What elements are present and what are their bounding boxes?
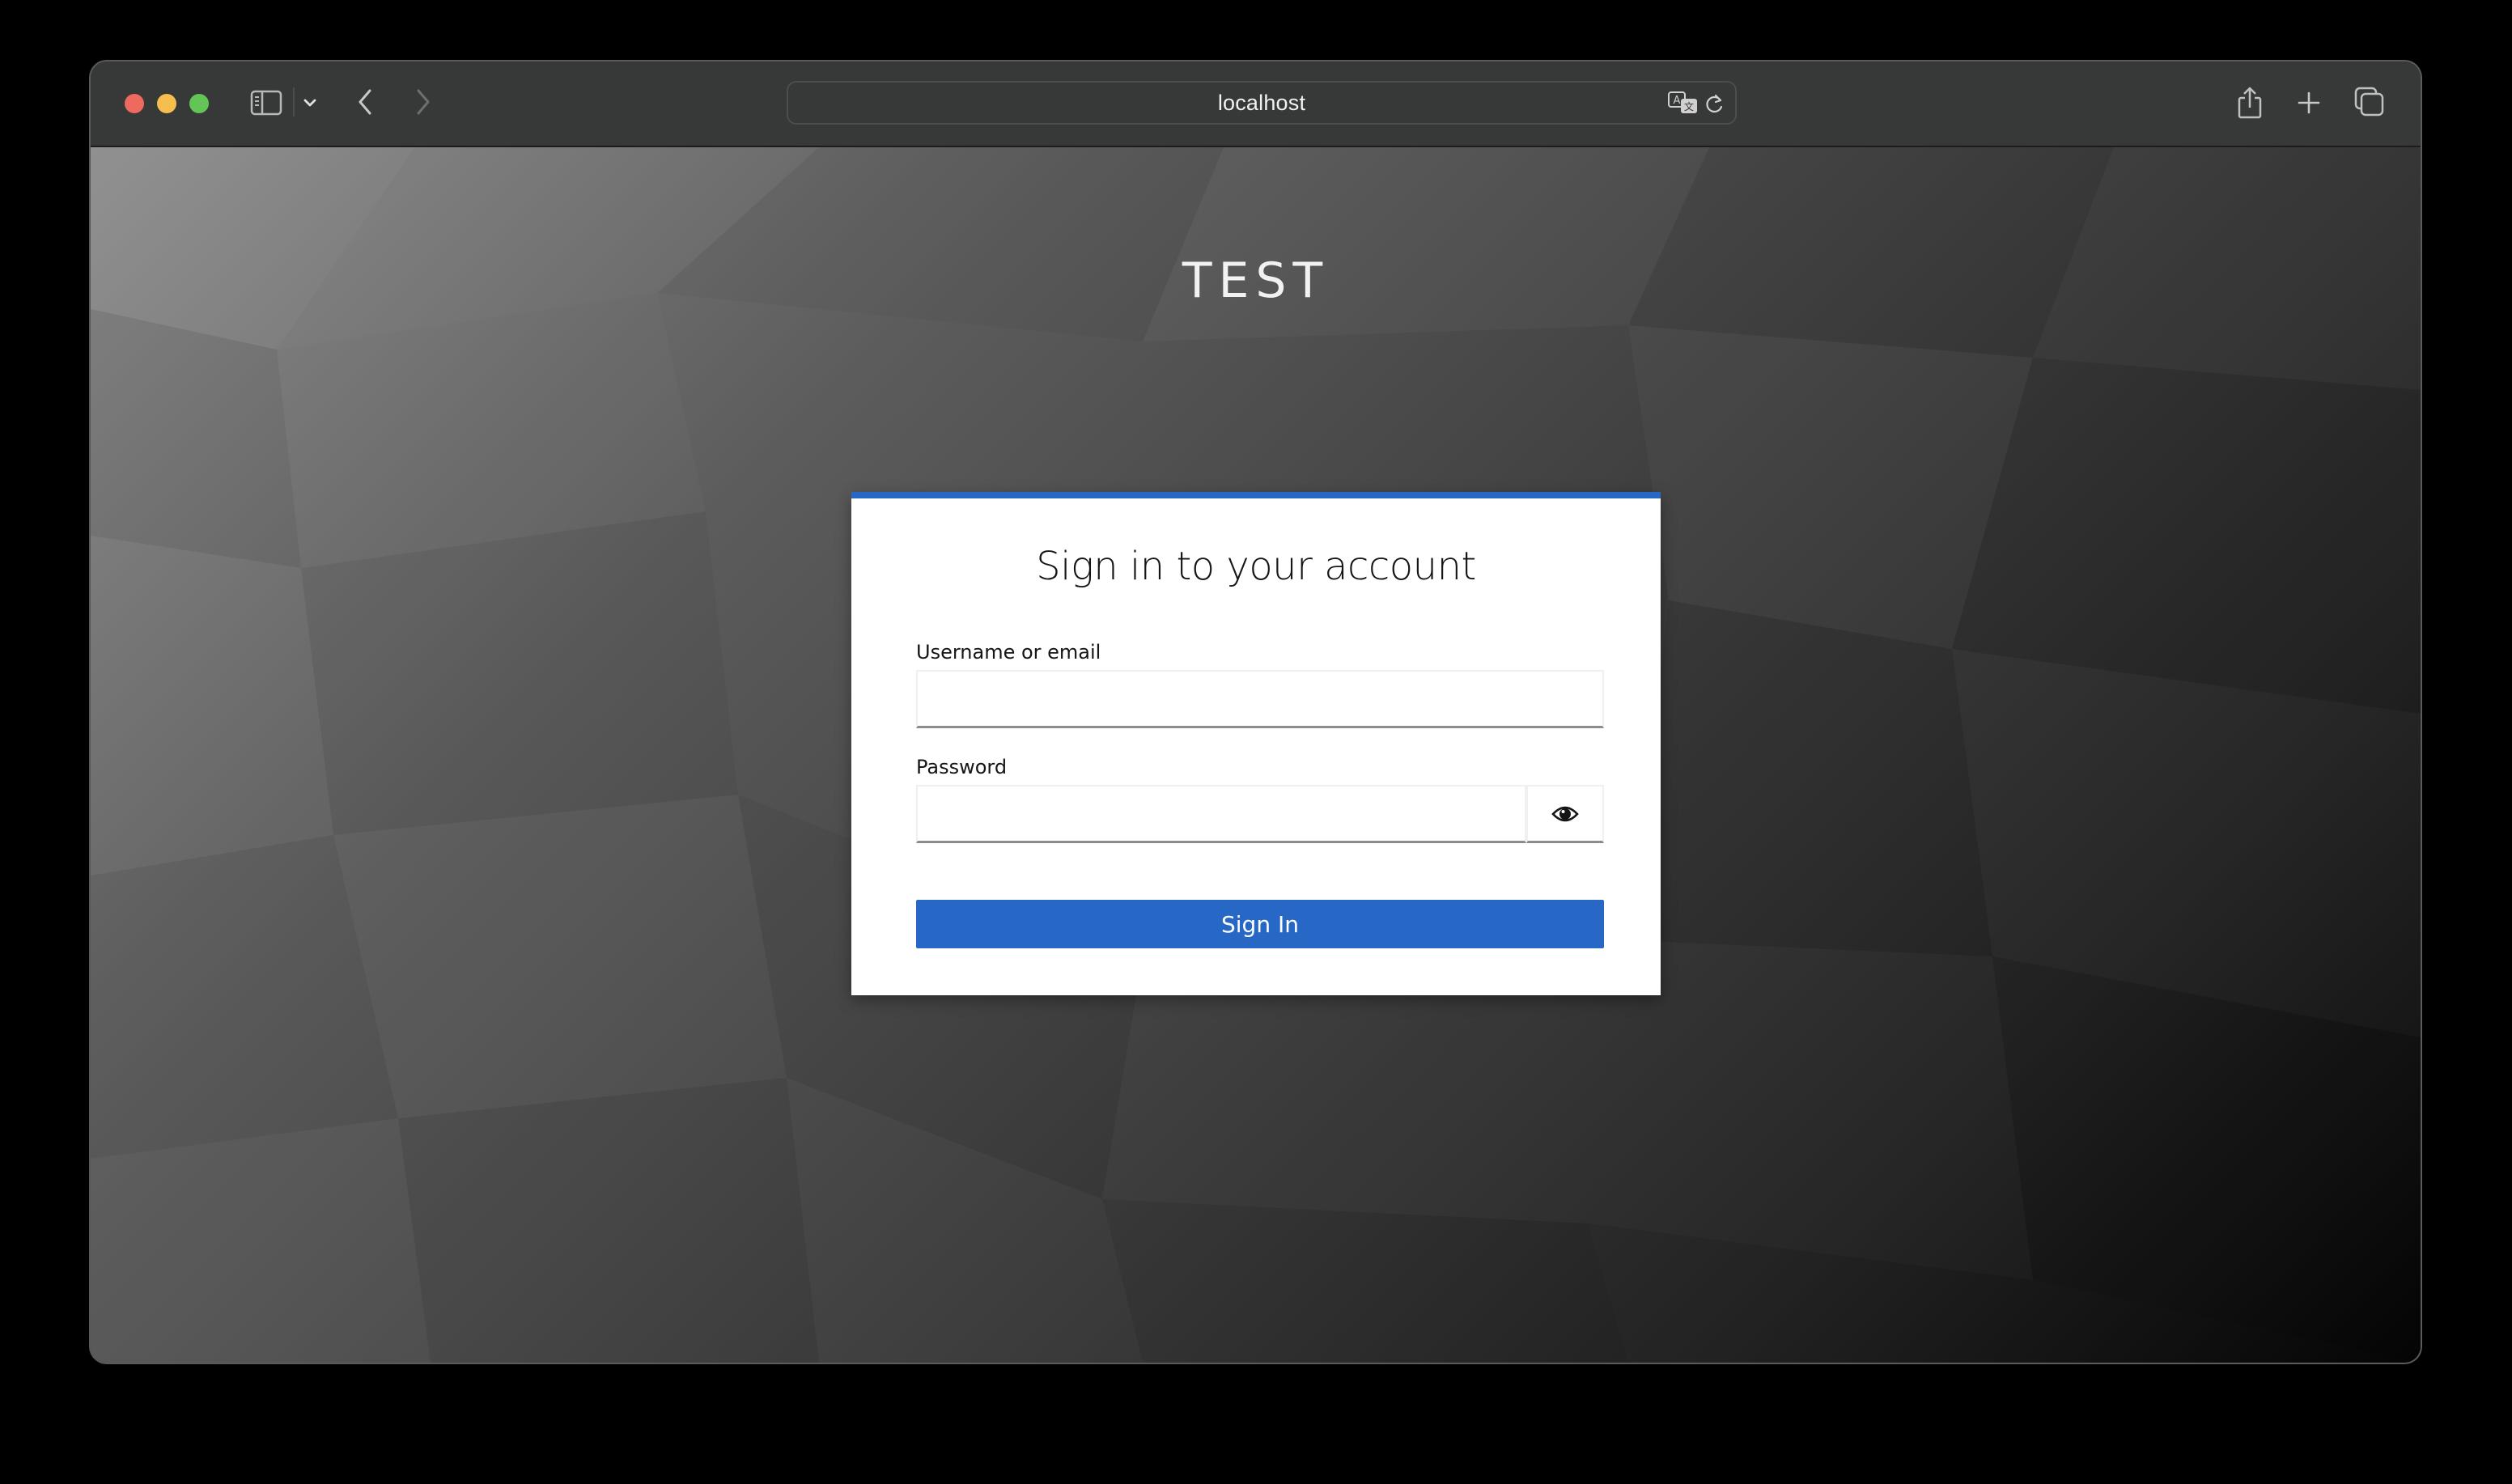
tab-overview-button[interactable]: [2352, 84, 2387, 120]
browser-window: localhost A 文 TEST Sign in to your accou…: [91, 61, 2421, 1363]
address-text: localhost: [1217, 90, 1306, 115]
show-password-button[interactable]: [1526, 785, 1604, 843]
sidebar-toggle-button[interactable]: [249, 86, 283, 120]
tabs-icon: [2354, 87, 2384, 117]
forward-button[interactable]: [409, 86, 437, 118]
translate-button[interactable]: A 文: [1667, 91, 1699, 117]
eye-icon: [1551, 806, 1579, 821]
reload-icon: [1706, 94, 1723, 113]
chevron-down-icon: [303, 99, 316, 107]
sidebar-icon: [250, 90, 282, 116]
share-button[interactable]: [2234, 83, 2266, 123]
login-heading: Sign in to your account: [1036, 544, 1476, 589]
new-tab-button[interactable]: [2293, 87, 2324, 118]
svg-text:文: 文: [1684, 100, 1694, 112]
address-bar[interactable]: localhost A 文: [787, 81, 1737, 125]
chevron-left-icon: [359, 89, 371, 115]
browser-toolbar: localhost A 文: [91, 61, 2421, 147]
password-input[interactable]: [916, 785, 1526, 843]
minimize-window-button[interactable]: [157, 94, 176, 113]
username-label: Username or email: [916, 641, 1101, 664]
share-icon: [2238, 87, 2262, 119]
translate-icon: A 文: [1668, 91, 1697, 113]
toolbar-separator: [293, 87, 295, 117]
sign-in-button[interactable]: Sign In: [916, 900, 1604, 948]
back-button[interactable]: [351, 86, 379, 118]
chevron-right-icon: [417, 89, 430, 115]
sidebar-menu-button[interactable]: [298, 91, 322, 115]
reload-button[interactable]: [1703, 91, 1727, 117]
svg-text:A: A: [1674, 95, 1681, 107]
login-card: Sign in to your account Username or emai…: [851, 492, 1661, 995]
username-input[interactable]: [916, 670, 1604, 728]
maximize-window-button[interactable]: [189, 94, 209, 113]
realm-title: TEST: [1182, 252, 1330, 309]
password-label: Password: [916, 756, 1008, 778]
close-window-button[interactable]: [125, 94, 144, 113]
page-content: TEST Sign in to your account Username or…: [91, 147, 2421, 1363]
plus-icon: [2298, 91, 2320, 114]
